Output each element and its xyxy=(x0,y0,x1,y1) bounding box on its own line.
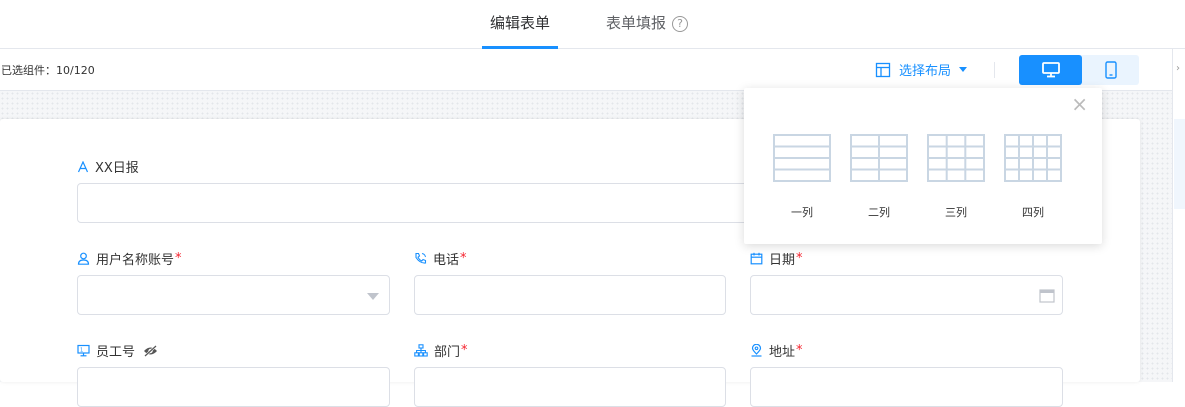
select-arrow-icon xyxy=(367,293,379,300)
employee-no-text: 员工号 xyxy=(96,345,136,360)
right-property-panel: › xyxy=(1172,49,1185,382)
address-input[interactable] xyxy=(750,367,1063,407)
department-select[interactable] xyxy=(414,367,726,407)
department-label: 部门 * xyxy=(414,341,468,360)
phone-icon xyxy=(414,252,427,265)
svg-text:1: 1 xyxy=(80,347,83,353)
required-mark: * xyxy=(175,251,182,266)
mobile-icon xyxy=(1104,61,1117,79)
address-text: 地址 xyxy=(769,345,796,360)
layout-option-label: 二列 xyxy=(868,206,890,219)
help-icon[interactable]: ? xyxy=(672,16,689,32)
phone-label: 电话 * xyxy=(414,249,467,268)
layout-icon xyxy=(875,62,891,77)
caret-down-icon xyxy=(959,67,968,72)
desktop-icon xyxy=(1041,62,1060,78)
tab-form-fill-label: 表单填报 xyxy=(606,14,667,32)
username-select[interactable] xyxy=(77,275,390,315)
layout-option-three-columns[interactable]: 三列 xyxy=(926,134,986,220)
report-title-label: XX日报 xyxy=(77,157,139,176)
department-text: 部门 xyxy=(434,345,461,360)
date-picker[interactable] xyxy=(750,275,1063,315)
selected-components-count: 已选组件：10/120 xyxy=(1,64,95,77)
layout-option-label: 三列 xyxy=(945,206,967,219)
username-label: 用户名称账号 * xyxy=(77,249,182,268)
four-columns-icon xyxy=(1004,134,1062,182)
three-columns-icon xyxy=(927,134,985,182)
device-toggle xyxy=(1019,55,1139,85)
divider xyxy=(994,62,995,78)
user-icon xyxy=(77,252,90,265)
employee-no-label: 1 员工号 xyxy=(77,341,158,360)
select-layout-button[interactable]: 选择布局 xyxy=(875,60,968,79)
select-layout-label: 选择布局 xyxy=(899,64,952,79)
mobile-view-button[interactable] xyxy=(1082,55,1139,85)
tab-form-fill[interactable]: 表单填报? xyxy=(606,0,689,49)
required-mark: * xyxy=(461,343,468,358)
layout-option-four-columns[interactable]: 四列 xyxy=(1003,134,1063,220)
report-title-input[interactable] xyxy=(77,183,777,223)
layout-option-label: 四列 xyxy=(1022,206,1044,219)
phone-text: 电话 xyxy=(433,253,460,268)
tab-edit-form[interactable]: 编辑表单 xyxy=(482,0,559,49)
collapse-panel-icon[interactable]: › xyxy=(1176,63,1180,74)
address-label: 地址 * xyxy=(750,341,803,360)
required-mark: * xyxy=(460,251,467,266)
calendar-picker-icon xyxy=(1039,289,1055,303)
required-mark: * xyxy=(796,251,803,266)
tab-edit-form-label: 编辑表单 xyxy=(490,14,551,32)
employee-no-input[interactable] xyxy=(77,367,390,407)
calendar-icon xyxy=(750,252,763,265)
eye-slash-icon[interactable] xyxy=(143,344,158,357)
date-text: 日期 xyxy=(769,253,796,268)
org-chart-icon xyxy=(414,344,428,357)
close-icon[interactable]: × xyxy=(1071,94,1088,114)
username-text: 用户名称账号 xyxy=(96,253,175,268)
location-icon xyxy=(750,344,763,357)
text-icon xyxy=(77,160,89,173)
top-nav: 编辑表单 表单填报? xyxy=(0,0,1185,49)
layout-option-two-columns[interactable]: 二列 xyxy=(849,134,909,220)
date-label: 日期 * xyxy=(750,249,803,268)
layout-option-label: 一列 xyxy=(791,206,813,219)
desktop-view-button[interactable] xyxy=(1019,55,1082,85)
report-title-text: XX日报 xyxy=(95,161,139,176)
two-columns-icon xyxy=(850,134,908,182)
phone-input[interactable] xyxy=(414,275,726,315)
layout-popover: × 一列 二列 三列 四列 xyxy=(744,88,1102,244)
panel-tab-strip[interactable] xyxy=(1174,119,1185,209)
one-column-icon xyxy=(773,134,831,182)
layout-option-one-column[interactable]: 一列 xyxy=(772,134,832,220)
monitor-icon: 1 xyxy=(77,344,90,357)
toolbar: 已选组件：10/120 选择布局 xyxy=(0,49,1172,91)
required-mark: * xyxy=(796,343,803,358)
